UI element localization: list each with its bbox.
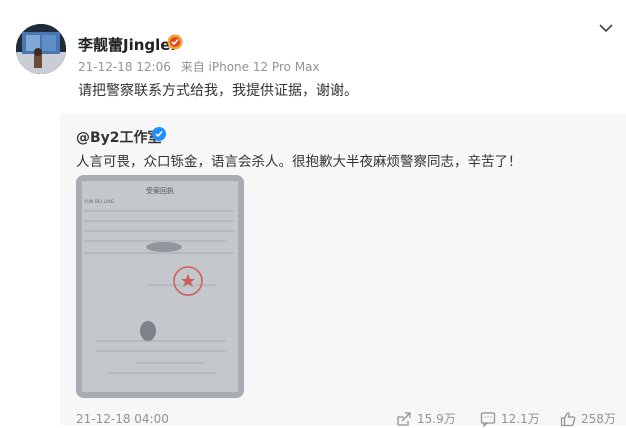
repost-author-name[interactable]: @By2工作室 (76, 127, 162, 147)
post-author-name[interactable]: 李靓蕾Jinglei (78, 34, 176, 55)
like-count: 258万 (581, 412, 616, 426)
repost-footer: 21-12-18 04:00 15.9万 12.1万 258万 (76, 410, 626, 428)
comment-button[interactable]: 12.1万 (480, 410, 540, 427)
repost-timestamp[interactable]: 21-12-18 04:00 (76, 412, 169, 426)
like-button[interactable]: 258万 (560, 410, 616, 427)
post-timestamp[interactable]: 21-12-18 12:06 (78, 60, 171, 74)
repost-image[interactable]: 受案回执 YUN BEI LING (76, 175, 244, 398)
share-count: 15.9万 (417, 412, 456, 426)
repost-text: 人言可畏，众口铄金，语言会杀人。很抱歉大半夜麻烦警察同志，辛苦了！ (76, 154, 522, 170)
share-icon (397, 411, 411, 426)
post-meta: 21-12-18 12:06 来自 iPhone 12 Pro Max (78, 58, 320, 75)
receipt-name: YUN BEI LING (83, 199, 115, 205)
verify-badge-icon (152, 127, 166, 141)
like-icon (560, 411, 576, 426)
chevron-down-icon[interactable] (598, 22, 614, 34)
avatar-image (16, 24, 66, 74)
receipt-header: 受案回执 (146, 186, 174, 195)
avatar[interactable] (16, 24, 66, 74)
post-text: 请把警察联系方式给我，我提供证据，谢谢。 (78, 83, 358, 99)
comment-icon (480, 411, 496, 427)
repost-card[interactable]: @By2工作室 人言可畏，众口铄金，语言会杀人。很抱歉大半夜麻烦警察同志，辛苦了… (60, 114, 626, 428)
police-receipt-image: 受案回执 YUN BEI LING (76, 175, 244, 398)
post-source: 来自 iPhone 12 Pro Max (180, 60, 320, 74)
verify-badge-icon (167, 34, 183, 50)
comment-count: 12.1万 (501, 412, 540, 426)
share-button[interactable]: 15.9万 (396, 410, 456, 427)
